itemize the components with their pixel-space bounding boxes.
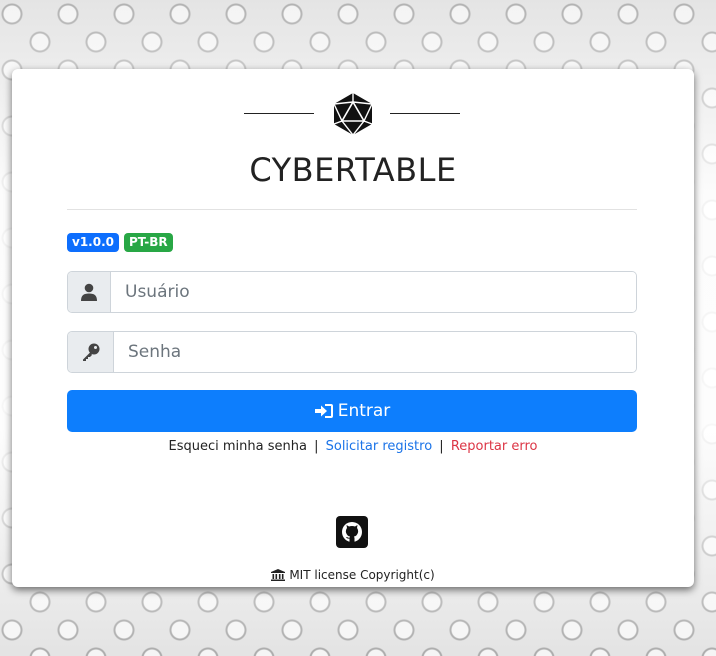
password-group (67, 331, 637, 373)
footer: MIT license Copyright(c) (12, 568, 694, 582)
link-separator: | (314, 439, 319, 454)
login-button[interactable]: Entrar (67, 390, 637, 432)
password-input[interactable] (114, 332, 636, 372)
login-card: CYBERTABLE v1.0.0 PT-BR Entrar (12, 69, 694, 587)
password-addon (68, 332, 114, 372)
username-addon (68, 272, 111, 312)
link-separator: | (439, 439, 444, 454)
d20-icon (333, 93, 373, 137)
version-badge: v1.0.0 (67, 233, 119, 252)
username-group (67, 271, 637, 313)
report-error-link[interactable]: Reportar erro (451, 439, 538, 454)
request-registration-link[interactable]: Solicitar registro (326, 439, 433, 454)
badge-row: v1.0.0 PT-BR (67, 233, 173, 252)
logo-divider-right (390, 113, 460, 114)
forgot-password-link[interactable]: Esqueci minha senha (169, 439, 307, 454)
login-button-label: Entrar (337, 401, 391, 421)
license-text: MIT license Copyright(c) (289, 568, 435, 582)
language-badge: PT-BR (124, 233, 173, 252)
logo-divider-left (244, 113, 314, 114)
bank-icon (271, 569, 286, 581)
brand-title: CYBERTABLE (249, 151, 457, 189)
sign-in-icon (314, 404, 333, 418)
key-icon (82, 343, 99, 361)
logo-row (12, 91, 694, 139)
user-icon (81, 283, 97, 301)
header-divider (67, 209, 637, 210)
auth-links: Esqueci minha senha | Solicitar registro… (12, 439, 694, 454)
username-input[interactable] (111, 272, 636, 312)
github-icon[interactable] (336, 516, 368, 548)
